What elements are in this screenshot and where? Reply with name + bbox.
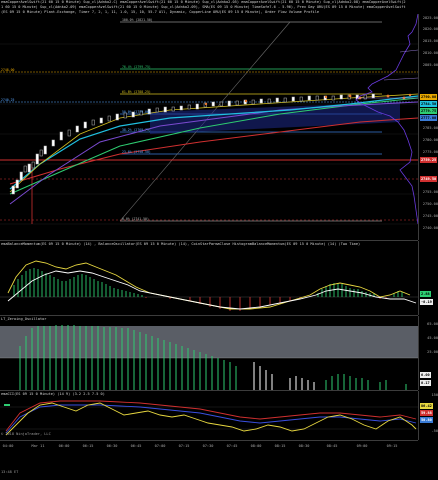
zeroing-oscillator-pane[interactable]: LT_Zeroing_Oscillator [0, 316, 418, 391]
price-tick: 2775.00 [422, 150, 438, 154]
price-tick: 2745.00 [422, 214, 438, 218]
momentum-badge-green: 2.88 [420, 291, 431, 297]
momentum-line-yellow [7, 260, 411, 310]
time-label: 07:45 [226, 444, 238, 448]
time-label: 08:45 [326, 444, 338, 448]
zeroing-oscillator-axis[interactable]: 65.00 45.00 25.00 6.00 0.17 [418, 316, 438, 390]
cci-pane[interactable]: emaCCI(ES 09 15 0 Minute) (14 9) (3.2 2.… [0, 391, 418, 441]
chart-indicator-header: emaCopperAvelSwift(21 60 15 0 Minute) Su… [1, 0, 406, 14]
balance-momentum-axis[interactable]: 2.88 -0.19 [418, 241, 438, 315]
time-label: 08:00 [250, 444, 262, 448]
price-axis[interactable]: 2825.00 2820.00 2815.00 2810.00 2805.00 … [418, 14, 438, 240]
cci-line-red [5, 400, 417, 432]
cci-tick: -50 [431, 429, 438, 433]
price-tick: 2810.00 [422, 51, 438, 55]
time-label: 07:00 [154, 444, 166, 448]
cci-line-blue [5, 404, 417, 434]
fib-label-0: 0.0% (2741.50) [122, 217, 149, 221]
time-label: 09:00 [356, 444, 368, 448]
price-pane[interactable]: 100.0% (2821.50) 76.4% (2799.75) 61.8% (… [0, 14, 418, 241]
time-label: 06:00 [58, 444, 70, 448]
balance-momentum-pane[interactable]: emaBalanceMomentum(ES 09 15 0 Minute) (1… [0, 241, 418, 316]
zeroing-badge-2: 0.17 [420, 380, 431, 386]
price-badge-blue: 2777.00 [420, 115, 438, 121]
zeroing-oscillator-svg[interactable] [0, 316, 418, 390]
price-badge-green: 2779.75 [420, 108, 438, 114]
price-tick: 2740.00 [422, 226, 438, 230]
cci-badge-red: 59.88 [420, 410, 433, 416]
value-area-band [150, 102, 400, 134]
zeroing-tick: 25.00 [427, 350, 438, 354]
time-label: Mar 11 [31, 444, 45, 448]
price-tick: 2780.00 [422, 138, 438, 142]
price-chart-svg[interactable] [0, 14, 418, 240]
zeroing-tick: 45.00 [427, 336, 438, 340]
cci-svg[interactable] [0, 391, 418, 440]
price-tick: 2785.00 [422, 126, 438, 130]
zeroing-badge-1: 6.00 [420, 372, 431, 378]
momentum-badge-white: -0.19 [420, 299, 433, 305]
time-label: 08:30 [298, 444, 310, 448]
price-badge-red-2: 2749.50 [420, 176, 438, 182]
fib-label-76: 76.4% (2799.75) [122, 65, 151, 69]
time-label: 07:15 [178, 444, 190, 448]
price-tick: 2750.00 [422, 202, 438, 206]
cci-badge-blue: 50.80 [420, 417, 433, 423]
price-badge-orange: 2790.00 [420, 94, 438, 100]
fib-label-24: 23.6% (2758.50) [122, 150, 151, 154]
price-tick: 2820.00 [422, 27, 438, 31]
price-tick: 2815.00 [422, 39, 438, 43]
fib-label-38: 38.2% (2769.75) [122, 128, 151, 132]
price-badge-red: 2759.25 [420, 157, 438, 163]
prev-high-label: 2748.00 [1, 68, 15, 72]
zeroing-band [0, 326, 418, 358]
price-tick: 2825.00 [422, 16, 438, 20]
copyright-label: © 2018 NinjaTrader, LLC [1, 432, 51, 436]
time-label: 04:00 [2, 444, 14, 448]
time-label: 06:45 [130, 444, 142, 448]
momentum-line-white [7, 270, 417, 310]
time-label: 06:30 [106, 444, 118, 448]
cci-axis[interactable]: 150 86.42 59.88 50.80 -50 [418, 391, 438, 440]
fib-label-62: 61.8% (2788.25) [122, 90, 151, 94]
price-tick: 2755.00 [422, 190, 438, 194]
fib-label-50: 50.0% (2779.00) [122, 110, 151, 114]
time-axis[interactable]: 04:00 Mar 11 06:00 06:15 06:30 06:45 07:… [0, 440, 418, 455]
zeroing-oscillator-title: LT_Zeroing_Oscillator [1, 317, 47, 321]
time-label: 09:15 [386, 444, 398, 448]
prev-low-label: 2740.25 [1, 98, 15, 102]
cci-badge-yellow: 86.42 [420, 403, 433, 409]
clock-label: 13:48 ET [1, 470, 19, 474]
fib-label-100: 100.0% (2821.50) [122, 18, 153, 22]
time-label: 06:15 [82, 444, 94, 448]
cci-line-yellow [5, 402, 417, 436]
zeroing-tick: 65.00 [427, 322, 438, 326]
cci-tick: 150 [431, 393, 438, 397]
time-label: 07:30 [202, 444, 214, 448]
balance-momentum-svg[interactable] [0, 241, 418, 315]
price-tick: 2805.00 [422, 63, 438, 67]
time-label: 08:15 [274, 444, 286, 448]
price-badge-cyan: 2784.50 [420, 101, 438, 107]
